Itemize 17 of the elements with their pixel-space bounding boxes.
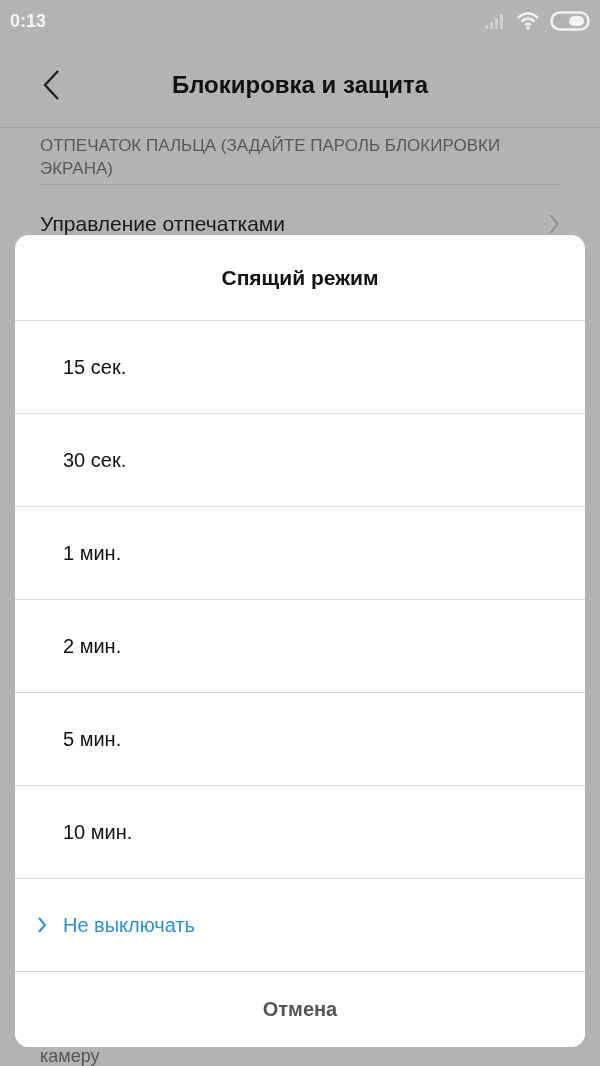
option-item[interactable]: 5 мин.	[15, 693, 585, 786]
option-item[interactable]: 15 сек.	[15, 321, 585, 414]
dialog-title: Спящий режим	[15, 235, 585, 321]
option-item[interactable]: 2 мин.	[15, 600, 585, 693]
signal-icon	[484, 13, 506, 29]
page-title: Блокировка и защита	[171, 70, 429, 99]
option-item[interactable]: 30 сек.	[15, 414, 585, 507]
option-item[interactable]: 10 мин.	[15, 786, 585, 879]
status-time: 0:13	[10, 10, 47, 32]
chevron-icon	[548, 213, 560, 235]
battery-icon	[550, 11, 590, 31]
section-heading: ОТПЕЧАТОК ПАЛЬЦА (ЗАДАЙТЕ ПАРОЛЬ БЛОКИРОВКИ ЭКРАНА)	[40, 128, 560, 185]
back-icon[interactable]	[42, 68, 60, 101]
settings-text: камеру	[40, 1046, 101, 1066]
chevron-icon	[37, 916, 47, 934]
option-item[interactable]: 1 мин.	[15, 507, 585, 600]
wifi-icon	[516, 12, 540, 30]
